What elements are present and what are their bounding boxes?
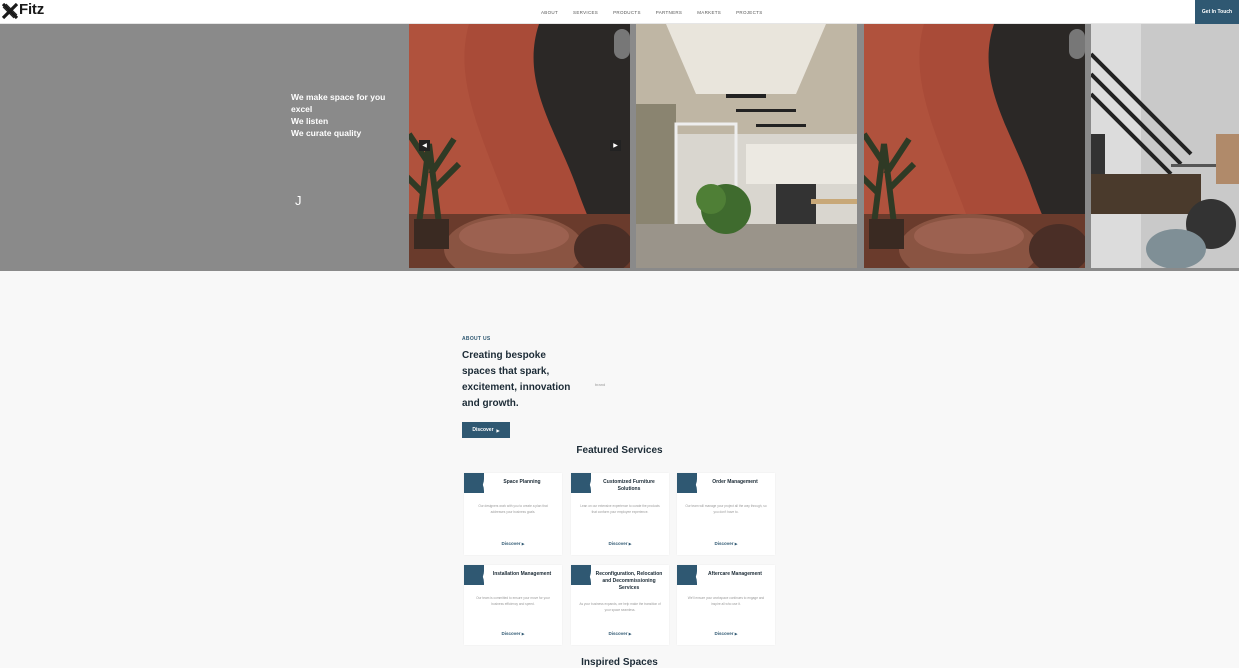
card-corner-accent <box>464 565 484 585</box>
card-discover-link[interactable]: Discover ▶ <box>571 631 669 636</box>
carousel-slide-lounge[interactable]: ◀ ▶ <box>409 24 630 268</box>
service-card-custom-furniture[interactable]: Customized Furniture Solutions Lean on o… <box>571 473 669 555</box>
card-title: Aftercare Management <box>708 571 762 577</box>
card-title: Installation Management <box>492 571 552 577</box>
discover-label: Discover <box>472 427 494 433</box>
get-in-touch-button[interactable]: Get In Touch <box>1195 0 1239 24</box>
carousel-slide-office[interactable] <box>636 24 857 268</box>
carousel-slide-lounge-2[interactable] <box>864 24 1085 268</box>
chevron-right-icon: ▶ <box>613 143 618 149</box>
caret-right-icon: ▶ <box>734 632 738 636</box>
card-corner-accent <box>677 565 697 585</box>
hero-tagline: We make space for you excel We listen We… <box>291 91 385 139</box>
discover-label: Discover <box>714 541 734 546</box>
nav-item-services[interactable]: SERVICES <box>573 10 598 15</box>
service-card-installation[interactable]: Installation Management Our team is comm… <box>464 565 562 645</box>
chevron-left-icon: ◀ <box>422 143 427 149</box>
card-corner-accent <box>464 473 484 493</box>
caret-right-icon: ▶ <box>521 632 525 636</box>
caret-right-icon: ▶ <box>628 632 632 636</box>
card-description: Our designers work with you to create a … <box>478 504 548 514</box>
discover-label: Discover <box>714 631 734 636</box>
card-discover-link[interactable]: Discover ▶ <box>464 541 562 546</box>
hero-line: We listen <box>291 116 329 126</box>
caret-right-icon: ▶ <box>496 427 500 433</box>
lounge-image <box>864 24 1085 268</box>
discover-label: Discover <box>608 541 628 546</box>
hero-line: We curate quality <box>291 128 362 138</box>
logo[interactable]: Fitz <box>2 1 45 21</box>
card-description: Lean on our extensive experience to cura… <box>580 504 660 514</box>
lounge-image <box>409 24 630 268</box>
caret-right-icon: ▶ <box>521 542 525 546</box>
nav-item-about[interactable]: ABOUT <box>541 10 558 15</box>
text-cursor: J <box>295 193 302 208</box>
card-discover-link[interactable]: Discover ▶ <box>677 541 775 546</box>
caret-right-icon: ▶ <box>734 542 738 546</box>
service-card-aftercare[interactable]: Aftercare Management We'll ensure your w… <box>677 565 775 645</box>
hero-line: excel <box>291 104 313 114</box>
card-corner-accent <box>571 473 591 493</box>
card-description: Our team will manage your project all th… <box>685 504 767 514</box>
nav-item-products[interactable]: PRODUCTS <box>613 10 641 15</box>
about-image-placeholder: brand <box>595 382 606 387</box>
service-card-space-planning[interactable]: Space Planning Our designers work with y… <box>464 473 562 555</box>
inspired-spaces-title: Inspired Spaces <box>581 657 658 668</box>
about-discover-button[interactable]: Discover ▶ <box>462 422 510 438</box>
card-description: As your business expands, we help make t… <box>579 602 661 612</box>
featured-services-title: Featured Services <box>576 445 663 456</box>
hero-section: We make space for you excel We listen We… <box>0 24 1239 271</box>
hero-line: We make space for you <box>291 92 386 102</box>
logo-mark-icon <box>2 3 18 19</box>
card-discover-link[interactable]: Discover ▶ <box>464 631 562 636</box>
nav-item-projects[interactable]: PROJECTS <box>736 10 762 15</box>
site-header: Fitz ABOUT SERVICES PRODUCTS PARTNERS MA… <box>0 0 1239 24</box>
card-corner-accent <box>677 473 697 493</box>
carousel-next-button[interactable]: ▶ <box>610 140 621 151</box>
card-title: Order Management <box>712 479 758 485</box>
about-label: ABOUT US <box>462 336 491 342</box>
logo-text: Fitz <box>19 1 45 18</box>
caret-right-icon: ▶ <box>628 542 632 546</box>
card-title: Customized Furniture Solutions <box>603 479 655 492</box>
service-card-reconfiguration[interactable]: Reconfiguration, Relocation and Decommis… <box>571 565 669 645</box>
service-card-order-management[interactable]: Order Management Our team will manage yo… <box>677 473 775 555</box>
discover-label: Discover <box>501 631 521 636</box>
nav-item-partners[interactable]: PARTNERS <box>656 10 683 15</box>
card-description: Our team is committed to ensure your mov… <box>476 596 550 606</box>
about-heading: Creating bespoke spaces that spark, exci… <box>462 350 571 409</box>
card-discover-link[interactable]: Discover ▶ <box>571 541 669 546</box>
nav-item-markets[interactable]: MARKETS <box>697 10 721 15</box>
card-corner-accent <box>571 565 591 585</box>
card-discover-link[interactable]: Discover ▶ <box>677 631 775 636</box>
card-description: We'll ensure your workspace continues to… <box>687 596 765 606</box>
discover-label: Discover <box>608 631 628 636</box>
discover-label: Discover <box>501 541 521 546</box>
carousel-slide-staircase[interactable] <box>1091 24 1239 268</box>
main-nav: ABOUT SERVICES PRODUCTS PARTNERS MARKETS… <box>541 0 778 24</box>
carousel-prev-button[interactable]: ◀ <box>419 140 430 151</box>
card-title: Space Planning <box>503 479 541 485</box>
card-title: Reconfiguration, Relocation and Decommis… <box>595 571 663 591</box>
office-image <box>636 24 857 268</box>
staircase-image <box>1091 24 1239 268</box>
